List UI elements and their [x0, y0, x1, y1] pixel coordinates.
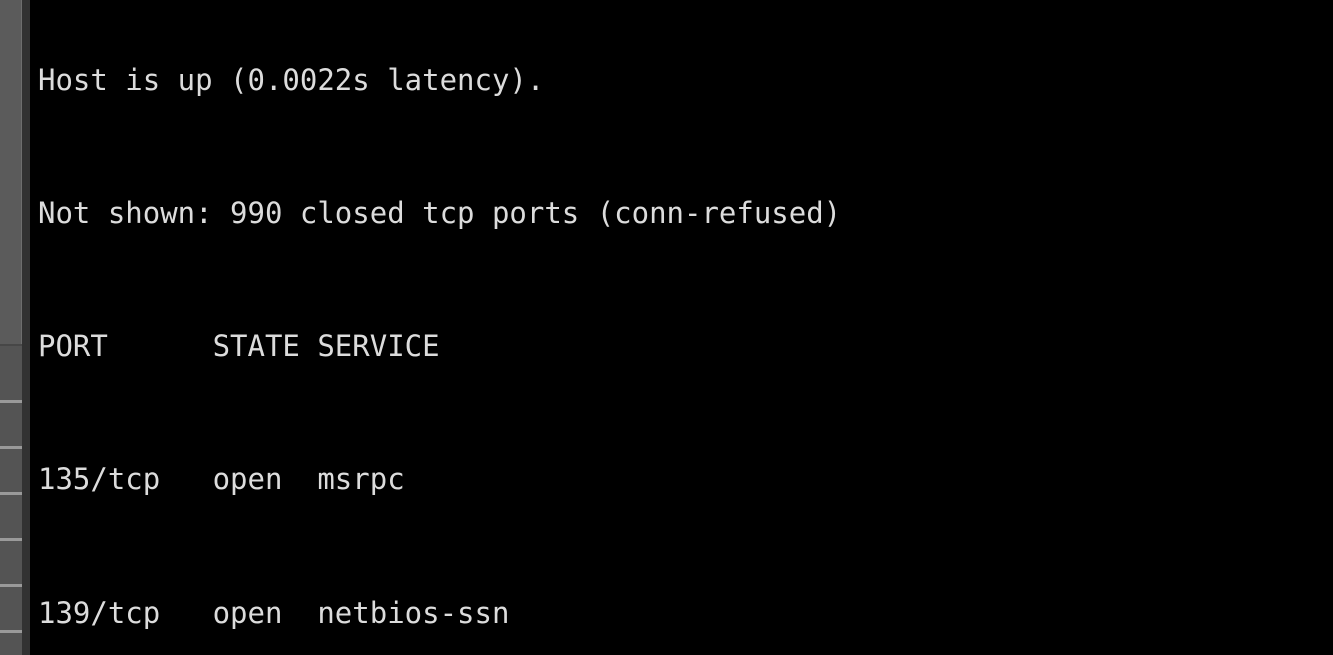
- terminal-window[interactable]: Host is up (0.0022s latency). Not shown:…: [0, 0, 1333, 655]
- terminal-line-port-139: 139/tcp open netbios-ssn: [38, 595, 510, 630]
- terminal-output-area[interactable]: Host is up (0.0022s latency). Not shown:…: [30, 0, 1333, 655]
- scrollbar-gutter: [22, 0, 30, 655]
- scrollbar-tick: [0, 446, 22, 449]
- scrollbar-tick: [0, 492, 22, 495]
- scrollbar-thumb[interactable]: [0, 0, 22, 346]
- terminal-line-list: Host is up (0.0022s latency). Not shown:…: [38, 0, 1086, 655]
- scrollbar-tick: [0, 538, 22, 541]
- terminal-line-host-up: Host is up (0.0022s latency).: [38, 62, 545, 97]
- terminal-line-column-header: PORT STATE SERVICE: [38, 329, 440, 364]
- scrollbar-tick: [0, 584, 22, 587]
- terminal-line-port-135: 135/tcp open msrpc: [38, 462, 405, 497]
- scrollbar-tick: [0, 630, 22, 633]
- scrollbar-track[interactable]: [0, 0, 22, 655]
- scrollbar-tick: [0, 400, 22, 403]
- terminal-scrollbar[interactable]: [0, 0, 30, 655]
- terminal-line-not-shown: Not shown: 990 closed tcp ports (conn-re…: [38, 196, 842, 231]
